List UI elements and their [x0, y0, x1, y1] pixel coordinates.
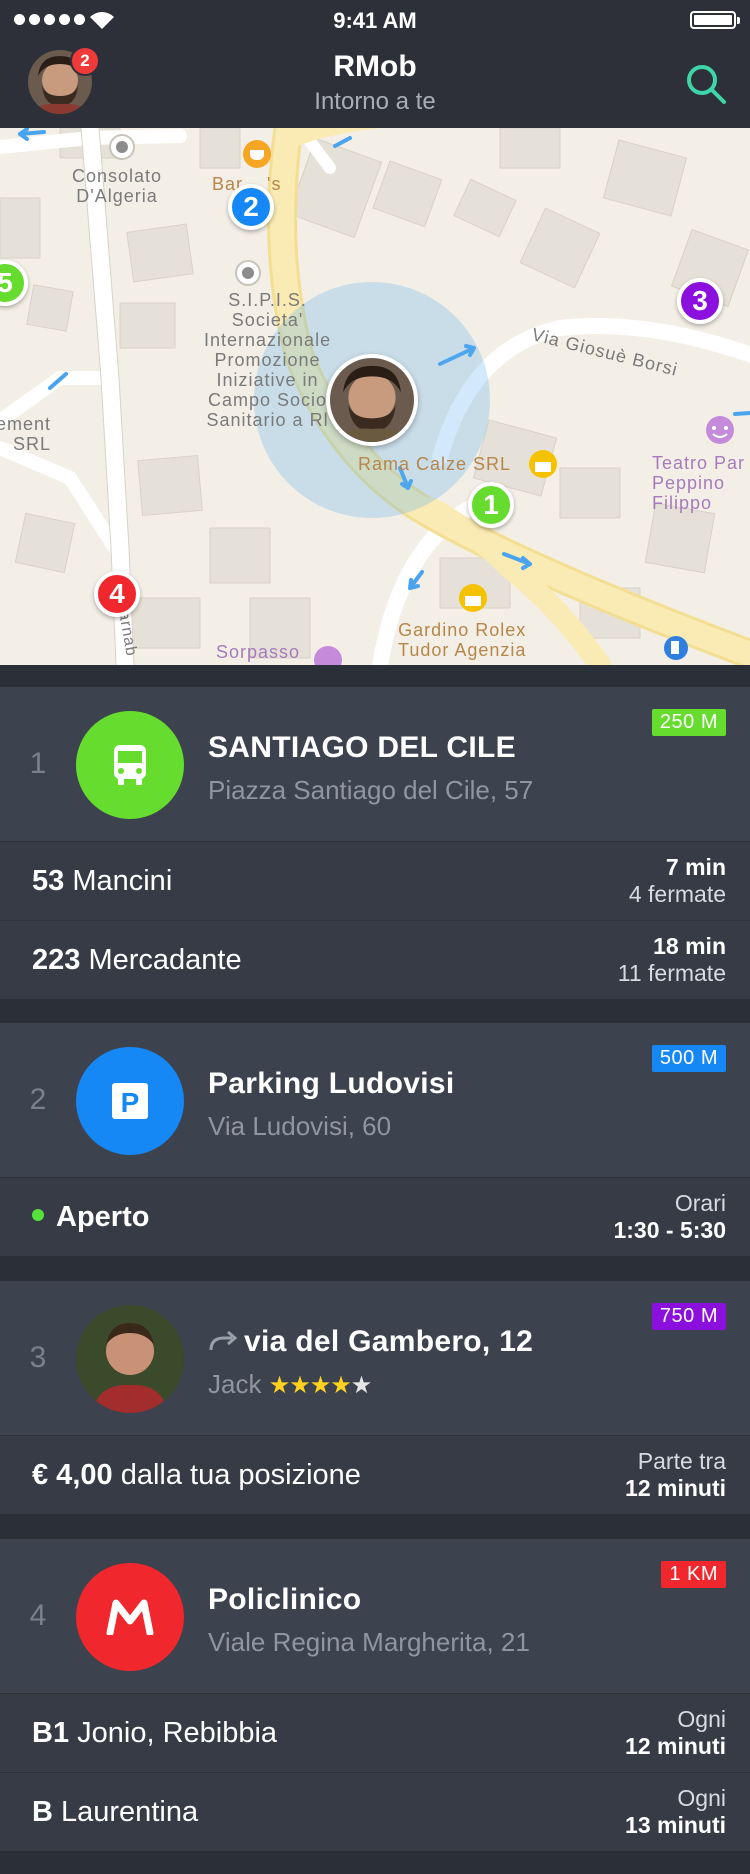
status-dot-icon	[32, 1209, 44, 1222]
card-title: via del Gambero, 12	[208, 1325, 533, 1359]
result-card-4[interactable]: 4 Policlinico Viale Regina Margherita, 2…	[0, 1539, 750, 1851]
result-card-3[interactable]: 3 via del Gambero, 12 Jack ★★★★★ 750 M €…	[0, 1281, 750, 1514]
map-label-rama: Rama Calze SRL	[358, 454, 512, 474]
driver-avatar	[76, 1305, 184, 1413]
line-label: 53 Mancini	[32, 865, 173, 897]
map-label-ement: ement SRL	[0, 414, 52, 454]
rating-stars: ★★★★★	[268, 1372, 373, 1399]
line-eta: 7 min 4 fermate	[628, 854, 726, 907]
line-label: B1 Jonio, Rebibbia	[32, 1717, 278, 1749]
line-frequency: Ogni 12 minuti	[625, 1706, 726, 1759]
header: 2 RMob Intorno a te	[0, 40, 750, 129]
card-subtitle: Piazza Santiago del Cile, 57	[208, 775, 534, 805]
price-row[interactable]: € 4,00 dalla tua posizione Parte tra 12 m…	[0, 1435, 750, 1514]
map-pin-2[interactable]: 2	[228, 184, 274, 230]
opening-hours: Orari 1:30 - 5:30	[613, 1190, 726, 1243]
line-eta: 18 min 11 fermate	[617, 933, 726, 986]
map-label-consolato: Consolato D'Algeria	[72, 166, 163, 206]
search-icon[interactable]	[684, 62, 728, 106]
line-row[interactable]: 223 Mercadante 18 min 11 fermate	[0, 920, 750, 999]
metro-icon	[76, 1563, 184, 1671]
departure-time: Parte tra 12 minuti	[625, 1448, 726, 1501]
bus-icon	[76, 711, 184, 819]
card-title: Policlinico	[208, 1583, 362, 1616]
svg-text:P: P	[121, 1087, 140, 1118]
line-label: 223 Mercadante	[32, 944, 242, 976]
map-label-teatro: Teatro Par Peppino Filippo	[652, 453, 746, 513]
status-row[interactable]: Aperto Orari 1:30 - 5:30	[0, 1177, 750, 1256]
parking-icon: P	[76, 1047, 184, 1155]
card-title: Parking Ludovisi	[208, 1067, 455, 1100]
card-subtitle: Via Ludovisi, 60	[208, 1111, 392, 1141]
map-pin-3[interactable]: 3	[677, 278, 723, 324]
map-label-gardino: Gardino Rolex Tudor Agenzia	[398, 620, 527, 660]
distance-badge: 750 M	[651, 1303, 726, 1330]
battery-icon	[690, 11, 740, 29]
card-header[interactable]: 4 Policlinico Viale Regina Margherita, 2…	[0, 1539, 750, 1693]
line-frequency: Ogni 13 minuti	[625, 1785, 726, 1838]
open-status: Aperto	[32, 1178, 149, 1256]
line-label: B Laurentina	[32, 1796, 199, 1828]
turn-right-icon	[209, 1330, 238, 1351]
map-view[interactable]: Consolato D'Algeria Bar ...'s S.I.P.I.S.…	[0, 128, 750, 665]
card-header[interactable]: 3 via del Gambero, 12 Jack ★★★★★ 750 M	[0, 1281, 750, 1435]
result-card-1[interactable]: 1 SANTIAGO DEL CILE Piazza Santiago del …	[0, 687, 750, 999]
card-rank: 3	[29, 1341, 47, 1374]
result-card-2[interactable]: 2 P Parking Ludovisi Via Ludovisi, 60 50…	[0, 1023, 750, 1256]
card-rank: 2	[29, 1083, 47, 1116]
distance-badge: 250 M	[651, 709, 726, 736]
card-rank: 1	[29, 747, 47, 780]
card-header[interactable]: 1 SANTIAGO DEL CILE Piazza Santiago del …	[0, 687, 750, 841]
card-subtitle: Jack ★★★★★	[208, 1369, 373, 1399]
status-bar: 9:41 AM	[0, 0, 750, 40]
app-subtitle: Intorno a te	[314, 88, 436, 115]
distance-badge: 500 M	[651, 1045, 726, 1072]
card-rank: 4	[29, 1599, 47, 1632]
card-header[interactable]: 2 P Parking Ludovisi Via Ludovisi, 60 50…	[0, 1023, 750, 1177]
map-pin-1[interactable]: 1	[468, 482, 514, 528]
map-label-sipis: S.I.P.I.S. Societa' Internazionale Promo…	[204, 290, 332, 430]
line-row[interactable]: 53 Mancini 7 min 4 fermate	[0, 841, 750, 920]
line-row[interactable]: B Laurentina Ogni 13 minuti	[0, 1772, 750, 1851]
distance-badge: 1 KM	[661, 1561, 726, 1588]
price-label: € 4,00 dalla tua posizione	[32, 1459, 361, 1491]
line-row[interactable]: B1 Jonio, Rebibbia Ogni 12 minuti	[0, 1693, 750, 1772]
map-label-sorpasso: Sorpasso	[216, 642, 301, 662]
card-subtitle: Viale Regina Margherita, 21	[208, 1627, 530, 1657]
map-pin-4[interactable]: 4	[94, 571, 140, 617]
status-time: 9:41 AM	[333, 8, 417, 33]
card-title: SANTIAGO DEL CILE	[208, 731, 516, 764]
app-title: RMob	[333, 50, 417, 83]
user-location-avatar[interactable]	[326, 354, 418, 446]
